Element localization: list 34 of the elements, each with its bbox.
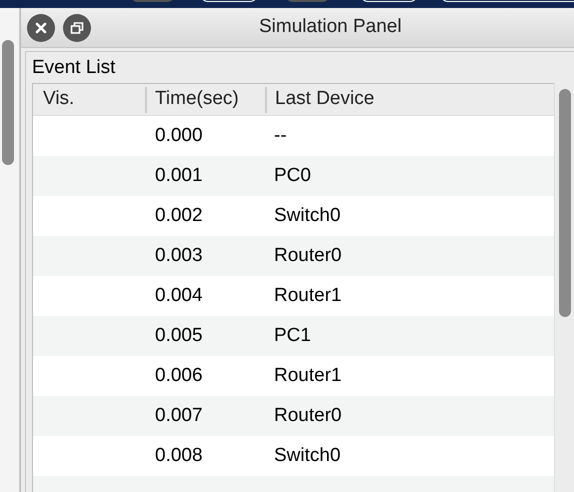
device-cell: PC0: [274, 164, 311, 186]
device-cell: Router0: [274, 404, 342, 426]
device-cell: Router0: [274, 244, 342, 266]
time-cell: 0.007: [155, 404, 203, 426]
time-cell: 0.004: [155, 284, 203, 306]
time-cell: 0.000: [155, 124, 203, 146]
table-row[interactable]: 0.004 Router1: [33, 276, 554, 316]
device-cell: PC1: [274, 324, 311, 346]
time-cell: 0.001: [155, 164, 203, 186]
device-cell: Switch0: [274, 444, 341, 466]
table-row[interactable]: 0.002 Switch0: [33, 196, 554, 236]
device-cell: Switch0: [274, 204, 341, 226]
time-cell: 0.003: [155, 244, 203, 266]
table-row[interactable]: 0.000 --: [33, 116, 554, 156]
device-cell: Router1: [274, 364, 342, 386]
time-cell: 0.008: [155, 444, 203, 466]
column-header[interactable]: Vis.: [43, 85, 74, 114]
scrollbar-thumb[interactable]: [2, 40, 14, 165]
column-header[interactable]: Time(sec): [155, 85, 239, 114]
restore-button[interactable]: [63, 14, 91, 42]
table-row[interactable]: 0.008 Switch0: [33, 436, 554, 476]
section-title: Event List: [32, 56, 116, 80]
time-cell: 0.005: [155, 324, 203, 346]
restore-icon: [70, 20, 84, 34]
close-icon: [34, 20, 48, 34]
time-cell: 0.006: [155, 364, 203, 386]
close-button[interactable]: [27, 14, 55, 42]
scrollbar-thumb[interactable]: [559, 89, 571, 317]
time-cell: 0.002: [155, 204, 203, 226]
device-cell: --: [274, 124, 287, 146]
device-cell: Router1: [274, 284, 342, 306]
column-header[interactable]: Last Device: [275, 85, 374, 114]
window-title: Simulation Panel: [259, 15, 402, 40]
table-row[interactable]: 0.006 Router1: [33, 356, 554, 396]
